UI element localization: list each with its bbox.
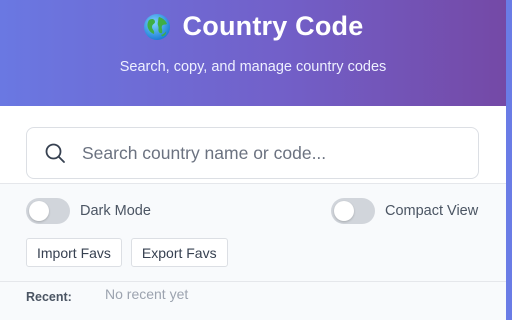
app-subtitle: Search, copy, and manage country codes: [119, 59, 387, 75]
app-window: Country Code Search, copy, and manage co…: [0, 0, 512, 320]
title-row: Country Code: [0, 11, 506, 42]
search-icon: [45, 143, 65, 163]
window-edge-scrollbar[interactable]: [506, 0, 512, 320]
section-divider: [0, 281, 506, 282]
recent-empty-text: No recent yet: [105, 286, 189, 302]
globe-icon: [143, 13, 170, 40]
import-favs-button[interactable]: Import Favs: [26, 238, 122, 267]
dark-mode-switch[interactable]: [26, 198, 70, 224]
compact-view-label: Compact View: [385, 203, 479, 219]
favorites-actions: Import Favs Export Favs: [26, 238, 237, 267]
export-favs-button[interactable]: Export Favs: [130, 238, 228, 267]
dark-mode-switch-knob: [29, 201, 49, 221]
recent-label: Recent:: [26, 290, 72, 304]
toggle-row: Dark Mode Compact View: [0, 198, 506, 226]
app-title: Country Code: [182, 11, 364, 41]
compact-view-switch-knob: [334, 201, 354, 221]
compact-view-toggle[interactable]: Compact View: [331, 198, 478, 224]
search-section: [0, 106, 506, 184]
compact-view-switch[interactable]: [331, 198, 375, 224]
header-banner: Country Code Search, copy, and manage co…: [0, 0, 506, 106]
dark-mode-toggle[interactable]: Dark Mode: [26, 198, 151, 224]
search-input[interactable]: [80, 141, 464, 165]
search-box[interactable]: [26, 127, 479, 179]
dark-mode-label: Dark Mode: [80, 203, 151, 219]
